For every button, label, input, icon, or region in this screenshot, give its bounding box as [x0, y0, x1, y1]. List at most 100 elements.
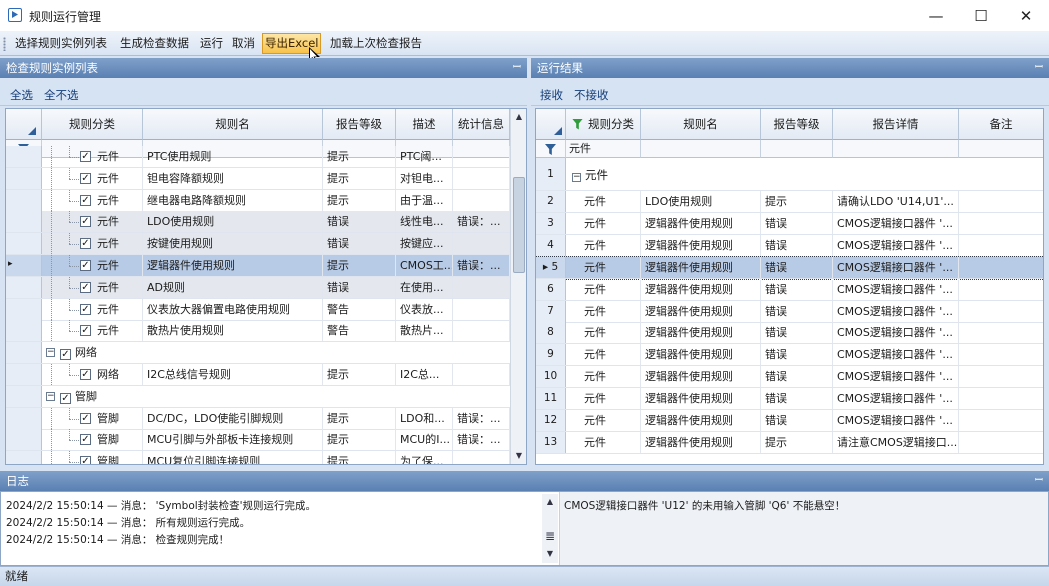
- scroll-down-icon[interactable]: ▼: [511, 448, 526, 464]
- table-row[interactable]: ✓ 管脚 MCU复位引脚连接规则 提示 为了保...: [6, 451, 510, 464]
- select-rule-list-button[interactable]: 选择规则实例列表: [13, 35, 109, 53]
- row-indicator[interactable]: [6, 407, 42, 429]
- col-header-category[interactable]: 规则分类: [42, 109, 143, 140]
- table-row[interactable]: ✓ 元件 PTC使用规则 提示 PTC阈...: [6, 146, 510, 168]
- col-header-stats[interactable]: 统计信息: [453, 109, 510, 140]
- table-row[interactable]: ✓ 管脚 MCU引脚与外部板卡连接规则 提示 MCU的I... 错误：...: [6, 429, 510, 452]
- checkbox[interactable]: ✓: [80, 172, 91, 184]
- scroll-up-icon[interactable]: ▲: [511, 109, 526, 125]
- filter-value[interactable]: 元件: [566, 140, 641, 158]
- pin-icon[interactable]: ꟷ: [1035, 471, 1043, 491]
- checkbox[interactable]: ✓: [80, 151, 91, 162]
- table-row[interactable]: ✓ 元件 按键使用规则 错误 按键应...: [6, 233, 510, 256]
- col-header-level[interactable]: 报告等级: [761, 109, 833, 140]
- table-row[interactable]: ▸ ✓ 元件 逻辑器件使用规则 提示 CMOS工... 错误：...: [6, 255, 510, 277]
- reject-link[interactable]: 不接收: [574, 87, 609, 103]
- result-row[interactable]: 6 元件 逻辑器件使用规则 错误 CMOS逻辑接口器件 '...: [536, 278, 1043, 301]
- filter-cell[interactable]: [959, 140, 1043, 158]
- result-row[interactable]: 7 元件 逻辑器件使用规则 错误 CMOS逻辑接口器件 '...: [536, 300, 1043, 323]
- row-indicator[interactable]: [6, 167, 42, 189]
- run-button[interactable]: 运行: [198, 35, 225, 53]
- row-indicator[interactable]: ▸: [6, 255, 42, 276]
- checkbox[interactable]: ✓: [80, 456, 91, 464]
- checkbox[interactable]: ✓: [80, 434, 91, 446]
- col-header-description[interactable]: 描述: [396, 109, 453, 140]
- collapse-icon[interactable]: −: [46, 348, 55, 358]
- checkbox[interactable]: ✓: [80, 303, 91, 315]
- filter-cell[interactable]: [536, 140, 566, 158]
- row-indicator[interactable]: [6, 298, 42, 320]
- checkbox[interactable]: ✓: [60, 349, 71, 361]
- row-indicator[interactable]: [6, 211, 42, 233]
- pin-icon[interactable]: ꟷ: [513, 58, 521, 78]
- scroll-thumb[interactable]: [513, 177, 525, 273]
- cancel-button[interactable]: 取消: [230, 35, 257, 53]
- log-scrollbar[interactable]: ▲ ≣ ▼: [542, 494, 558, 563]
- scroll-grip-icon[interactable]: ≣: [542, 528, 558, 544]
- checkbox[interactable]: ✓: [60, 392, 71, 404]
- load-last-report-button[interactable]: 加载上次检查报告: [328, 35, 424, 53]
- table-row[interactable]: ✓ 网络 I2C总线信号规则 提示 I2C总...: [6, 364, 510, 386]
- col-header-category[interactable]: 规则分类: [566, 109, 641, 140]
- accept-link[interactable]: 接收: [540, 87, 563, 103]
- row-indicator[interactable]: [6, 429, 42, 451]
- col-header-rule-name[interactable]: 规则名: [641, 109, 761, 140]
- col-header-rule-name[interactable]: 规则名: [143, 109, 323, 140]
- result-row[interactable]: 2 元件 LDO使用规则 提示 请确认LDO 'U14,U1'...: [536, 191, 1043, 213]
- minimize-button[interactable]: —: [913, 0, 959, 31]
- table-row[interactable]: ✓ 元件 继电器电路降额规则 提示 由于温...: [6, 189, 510, 212]
- row-indicator[interactable]: [6, 189, 42, 211]
- checkbox[interactable]: ✓: [80, 325, 91, 337]
- result-row[interactable]: 3 元件 逻辑器件使用规则 错误 CMOS逻辑接口器件 '...: [536, 212, 1043, 235]
- group-row[interactable]: − ✓ 管脚: [6, 385, 510, 408]
- row-indicator[interactable]: [6, 342, 42, 364]
- table-row[interactable]: ✓ 元件 钽电容降额规则 提示 对钽电...: [6, 167, 510, 190]
- filter-cell[interactable]: [641, 140, 761, 158]
- checkbox[interactable]: ✓: [80, 281, 91, 293]
- group-row[interactable]: 1 − 元件: [536, 158, 1043, 191]
- collapse-icon[interactable]: −: [46, 391, 55, 401]
- result-row[interactable]: 10 元件 逻辑器件使用规则 错误 CMOS逻辑接口器件 '...: [536, 366, 1043, 389]
- row-indicator[interactable]: [6, 146, 42, 167]
- result-row[interactable]: ▸ 5 元件 逻辑器件使用规则 错误 CMOS逻辑接口器件 '...: [536, 255, 1043, 280]
- result-row[interactable]: 4 元件 逻辑器件使用规则 错误 CMOS逻辑接口器件 '...: [536, 234, 1043, 257]
- col-header-remark[interactable]: 备注: [959, 109, 1043, 140]
- result-row[interactable]: 13 元件 逻辑器件使用规则 提示 请注意CMOS逻辑接口...: [536, 431, 1043, 454]
- result-row[interactable]: 11 元件 逻辑器件使用规则 错误 CMOS逻辑接口器件 '...: [536, 388, 1043, 411]
- checkbox[interactable]: ✓: [80, 260, 91, 271]
- left-vertical-scrollbar[interactable]: ▲ ▼: [510, 109, 526, 464]
- table-row[interactable]: ✓ 管脚 DC/DC，LDO使能引脚规则 提示 LDO和... 错误：...: [6, 407, 510, 430]
- filter-cell[interactable]: [833, 140, 959, 158]
- generate-check-data-button[interactable]: 生成检查数据: [118, 35, 191, 53]
- pin-icon[interactable]: ꟷ: [1035, 58, 1043, 78]
- select-all-link[interactable]: 全选: [10, 87, 33, 103]
- checkbox[interactable]: ✓: [80, 216, 91, 228]
- result-row[interactable]: 9 元件 逻辑器件使用规则 错误 CMOS逻辑接口器件 '...: [536, 344, 1043, 367]
- collapse-icon[interactable]: −: [572, 173, 581, 182]
- table-row[interactable]: ✓ 元件 AD规则 错误 在使用...: [6, 276, 510, 299]
- scroll-down-icon[interactable]: ▼: [542, 546, 558, 562]
- row-indicator[interactable]: [6, 451, 42, 464]
- row-indicator[interactable]: [6, 385, 42, 407]
- checkbox[interactable]: ✓: [80, 238, 91, 250]
- col-header-detail[interactable]: 报告详情: [833, 109, 959, 140]
- checkbox[interactable]: ✓: [80, 194, 91, 206]
- row-indicator[interactable]: [6, 276, 42, 298]
- result-row[interactable]: 8 元件 逻辑器件使用规则 错误 CMOS逻辑接口器件 '...: [536, 322, 1043, 345]
- row-indicator[interactable]: [6, 233, 42, 255]
- row-indicator[interactable]: [6, 320, 42, 342]
- table-row[interactable]: ✓ 元件 散热片使用规则 警告 散热片...: [6, 320, 510, 343]
- group-row[interactable]: − ✓ 网络: [6, 342, 510, 365]
- close-button[interactable]: ✕: [1003, 0, 1049, 31]
- checkbox[interactable]: ✓: [80, 369, 91, 380]
- filter-cell[interactable]: [761, 140, 833, 158]
- scroll-up-icon[interactable]: ▲: [542, 494, 558, 510]
- col-header-level[interactable]: 报告等级: [323, 109, 396, 140]
- table-row[interactable]: ✓ 元件 仪表放大器偏置电路使用规则 警告 仪表放...: [6, 298, 510, 321]
- checkbox[interactable]: ✓: [80, 412, 91, 424]
- select-none-link[interactable]: 全不选: [44, 87, 79, 103]
- table-row[interactable]: ✓ 元件 LDO使用规则 错误 线性电... 错误：...: [6, 211, 510, 234]
- maximize-button[interactable]: ☐: [958, 0, 1004, 31]
- row-indicator[interactable]: [6, 364, 42, 385]
- result-row[interactable]: 12 元件 逻辑器件使用规则 错误 CMOS逻辑接口器件 '...: [536, 410, 1043, 432]
